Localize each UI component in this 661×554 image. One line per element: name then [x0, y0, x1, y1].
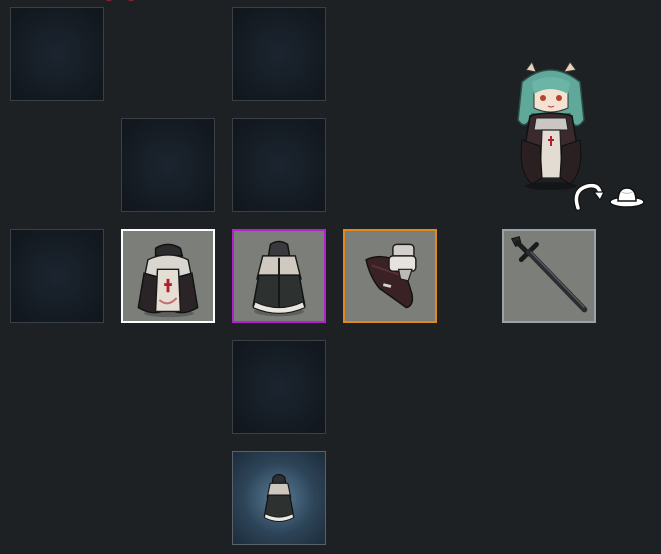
empty-equipment-slot[interactable] — [232, 118, 326, 212]
hat-icon — [609, 187, 645, 208]
equipment-screen — [0, 0, 661, 554]
chibi-character-icon — [517, 60, 585, 190]
gauntlet-cape-icon — [365, 243, 417, 309]
equipped-armor-slot[interactable] — [121, 229, 215, 323]
knight-tabard-armor-icon — [137, 243, 199, 318]
hat-toggle-button[interactable] — [608, 184, 646, 208]
rotate-arrow-icon — [573, 182, 605, 211]
dark-robe-armor-icon — [252, 240, 306, 317]
character-portrait — [510, 60, 592, 192]
empty-equipment-slot[interactable] — [10, 7, 104, 101]
selected-costume-slot[interactable] — [232, 451, 326, 545]
equipped-gauntlet-slot[interactable] — [343, 229, 437, 323]
empty-equipment-slot[interactable] — [232, 7, 326, 101]
equipped-weapon-slot[interactable] — [502, 229, 596, 323]
equipped-robe-slot[interactable] — [232, 229, 326, 323]
empty-equipment-slot[interactable] — [10, 229, 104, 323]
empty-equipment-slot[interactable] — [232, 340, 326, 434]
longsword-icon — [510, 236, 588, 313]
cutoff-marker — [128, 0, 134, 1]
small-robe-icon — [263, 473, 295, 522]
rotate-character-button[interactable] — [570, 180, 606, 212]
cutoff-marker — [106, 0, 112, 1]
empty-equipment-slot[interactable] — [121, 118, 215, 212]
